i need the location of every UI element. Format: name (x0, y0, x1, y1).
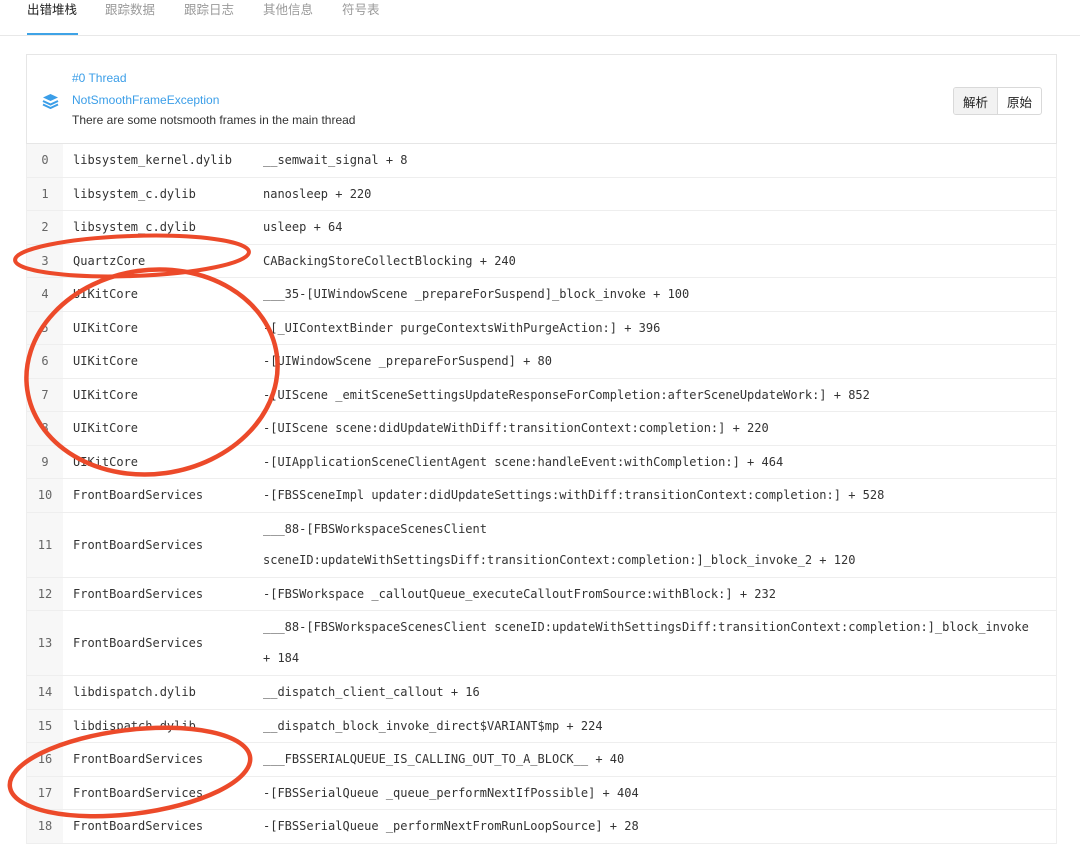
tab-other-info[interactable]: 其他信息 (263, 2, 313, 18)
frame-library: FrontBoardServices (73, 537, 204, 552)
stack-frame-row: 17 FrontBoardServices -[FBSSerialQueue _qu… (27, 776, 1056, 810)
frame-index: 0 (27, 144, 63, 177)
frame-index: 15 (27, 709, 63, 742)
exception-name: NotSmoothFrameException (72, 93, 220, 107)
stack-frame-row: 13 FrontBoardServices ___88-[FBSWorkspaceS… (27, 611, 1056, 676)
stack-frame-row: 3 QuartzCore CABackingStoreCollectBlocking… (27, 244, 1056, 278)
stack-frame-row: 9 UIKitCore -[UIApplicationSceneClientAgen… (27, 445, 1056, 479)
frame-index: 10 (27, 479, 63, 512)
frame-index: 1 (27, 177, 63, 210)
frame-library: libsystem_c.dylib (73, 186, 196, 201)
frame-symbol: -[UIWindowScene _prepareForSuspend] + 80 (263, 354, 552, 369)
frame-symbol: ___88-[FBSWorkspaceScenesClient sceneID:… (263, 620, 1037, 665)
stack-frame-row: 11 FrontBoardServices ___88-[FBSWorkspaceS… (27, 512, 1056, 578)
frame-index: 9 (27, 445, 63, 478)
frame-index: 7 (27, 378, 63, 411)
frame-index: 11 (27, 512, 63, 577)
frame-index: 14 (27, 676, 63, 709)
frame-symbol: -[FBSSerialQueue _performNextFromRunLoop… (263, 819, 639, 834)
frame-index: 6 (27, 345, 63, 378)
stack-frame-row: 15 libdispatch.dylib __dispatch_block_invo… (27, 709, 1056, 743)
frame-symbol: __dispatch_client_callout + 16 (263, 685, 480, 700)
tab-bar: 出错堆栈 跟踪数据 跟踪日志 其他信息 符号表 (0, 0, 1080, 36)
frame-library: FrontBoardServices (73, 752, 204, 767)
frame-symbol: -[FBSSerialQueue _queue_performNextIfPos… (263, 785, 639, 800)
frame-symbol: ___35-[UIWindowScene _prepareForSuspend]… (263, 287, 690, 302)
frame-symbol: -[FBSWorkspace _calloutQueue_executeCall… (263, 586, 776, 601)
stack-frame-row: 5 UIKitCore -[_UIContextBinder purgeContex… (27, 311, 1056, 345)
tab-error-stack[interactable]: 出错堆栈 (27, 2, 77, 18)
parse-button[interactable]: 解析 (954, 88, 998, 114)
frame-symbol: nanosleep + 220 (263, 186, 372, 201)
frame-symbol: __semwait_signal + 8 (263, 153, 408, 168)
stack-frame-row: 12 FrontBoardServices -[FBSWorkspace _call… (27, 577, 1056, 611)
frame-symbol: CABackingStoreCollectBlocking + 240 (263, 253, 516, 268)
frame-library: FrontBoardServices (73, 488, 204, 503)
frame-symbol: usleep + 64 (263, 220, 343, 235)
frame-symbol: ___FBSSERIALQUEUE_IS_CALLING_OUT_TO_A_BL… (263, 752, 625, 767)
stack-frame-row: 0 libsystem_kernel.dylib __semwait_signal … (27, 144, 1056, 178)
stack-frame-row: 1 libsystem_c.dylib nanosleep + 220 (27, 177, 1056, 211)
frame-symbol: __dispatch_block_invoke_direct$VARIANT$m… (263, 718, 603, 733)
frame-library: UIKitCore (73, 354, 139, 369)
frame-library: libdispatch.dylib (73, 718, 196, 733)
frame-index: 16 (27, 743, 63, 776)
stack-frame-row: 8 UIKitCore -[UIScene scene:didUpdateWithD… (27, 412, 1056, 446)
layers-icon (42, 94, 59, 109)
frame-library: UIKitCore (73, 387, 139, 402)
frame-index: 5 (27, 311, 63, 344)
stack-frames-table: 0 libsystem_kernel.dylib __semwait_signal … (26, 144, 1057, 844)
active-tab-indicator (27, 33, 78, 35)
frame-library: UIKitCore (73, 287, 139, 302)
raw-button[interactable]: 原始 (998, 88, 1041, 114)
stack-frame-row: 14 libdispatch.dylib __dispatch_client_cal… (27, 676, 1056, 710)
frame-index: 17 (27, 776, 63, 809)
frame-index: 3 (27, 244, 63, 277)
frame-library: libsystem_c.dylib (73, 220, 196, 235)
view-mode-toggle: 解析 原始 (953, 87, 1042, 115)
frame-library: libdispatch.dylib (73, 685, 196, 700)
frame-symbol: -[UIApplicationSceneClientAgent scene:ha… (263, 454, 784, 469)
frame-index: 13 (27, 611, 63, 675)
frame-library: UIKitCore (73, 320, 139, 335)
frame-index: 8 (27, 412, 63, 445)
exception-message: There are some notsmooth frames in the m… (72, 113, 356, 127)
stack-frame-row: 18 FrontBoardServices -[FBSSerialQueue _pe… (27, 810, 1056, 844)
stack-frame-row: 7 UIKitCore -[UIScene _emitSceneSettingsUp… (27, 378, 1056, 412)
frame-library: QuartzCore (73, 253, 146, 268)
frame-symbol: -[UIScene _emitSceneSettingsUpdateRespon… (263, 387, 870, 402)
frame-index: 18 (27, 810, 63, 843)
frame-index: 12 (27, 577, 63, 610)
frame-library: FrontBoardServices (73, 636, 204, 650)
stack-frame-row: 4 UIKitCore ___35-[UIWindowScene _prepareF… (27, 278, 1056, 312)
thread-id: #0 Thread (72, 71, 127, 85)
stack-frame-row: 6 UIKitCore -[UIWindowScene _prepareForSus… (27, 345, 1056, 379)
frame-index: 2 (27, 211, 63, 244)
frame-library: FrontBoardServices (73, 586, 204, 601)
tab-symbol-table[interactable]: 符号表 (342, 2, 380, 18)
frame-symbol: -[UIScene scene:didUpdateWithDiff:transi… (263, 421, 769, 436)
tab-trace-data[interactable]: 跟踪数据 (105, 2, 155, 18)
thread-header-card: #0 Thread NotSmoothFrameException There … (26, 54, 1057, 144)
frame-index: 4 (27, 278, 63, 311)
frame-library: FrontBoardServices (73, 819, 204, 834)
frame-library: UIKitCore (73, 454, 139, 469)
stack-frame-row: 10 FrontBoardServices -[FBSSceneImpl updat… (27, 479, 1056, 513)
frame-library: UIKitCore (73, 421, 139, 436)
stack-frame-row: 16 FrontBoardServices ___FBSSERIALQUEUE_IS… (27, 743, 1056, 777)
frame-symbol: -[_UIContextBinder purgeContextsWithPurg… (263, 320, 661, 335)
stack-frame-row: 2 libsystem_c.dylib usleep + 64 (27, 211, 1056, 245)
frame-symbol: -[FBSSceneImpl updater:didUpdateSettings… (263, 488, 885, 503)
frame-symbol: ___88-[FBSWorkspaceScenesClient sceneID:… (263, 521, 856, 567)
frame-library: libsystem_kernel.dylib (73, 153, 232, 168)
tab-trace-log[interactable]: 跟踪日志 (184, 2, 234, 18)
frame-library: FrontBoardServices (73, 785, 204, 800)
